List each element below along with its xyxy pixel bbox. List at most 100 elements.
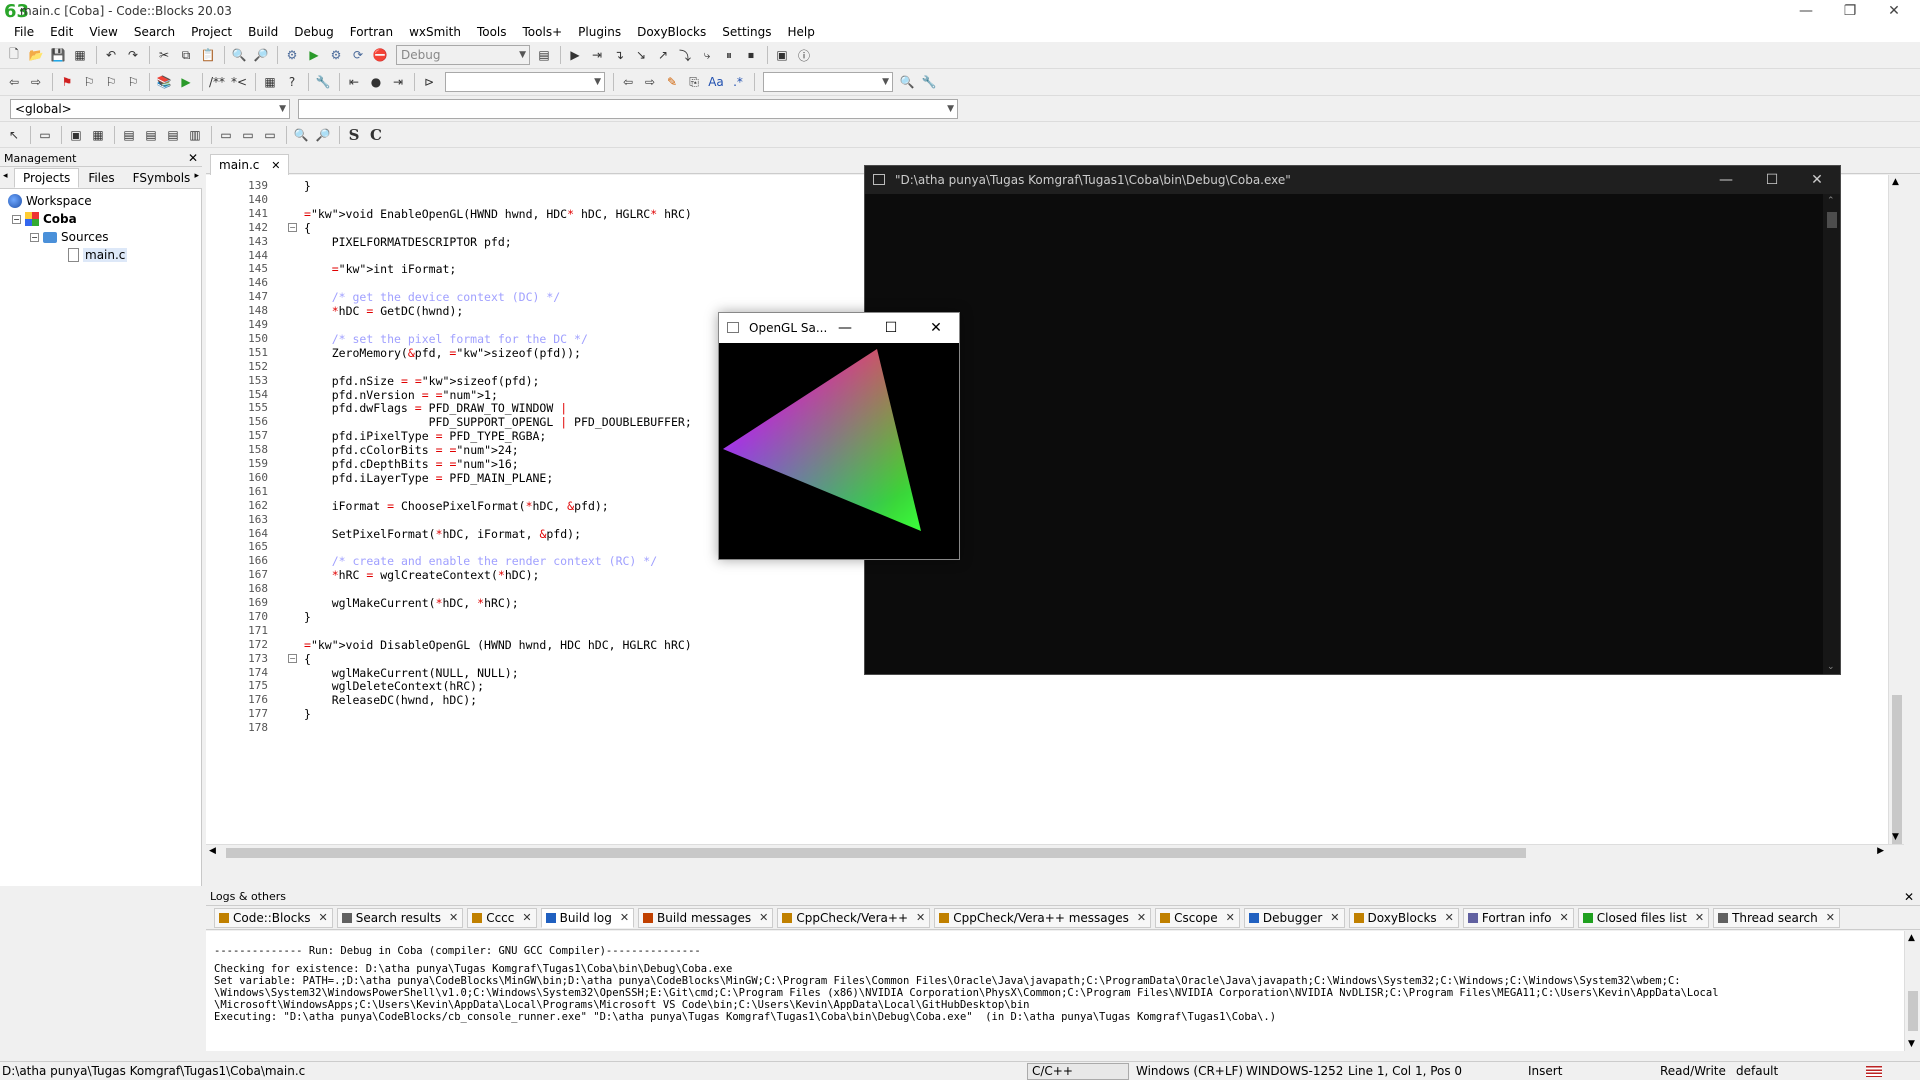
log-tab-fortran-info[interactable]: Fortran info ✕ — [1462, 907, 1574, 928]
opengl-canvas[interactable] — [719, 343, 959, 559]
thread-search-options-icon[interactable]: 🔧 — [919, 72, 939, 92]
tree-workspace[interactable]: Workspace — [8, 192, 92, 210]
menu-help[interactable]: Help — [779, 22, 822, 42]
border-left-icon[interactable]: ▭ — [216, 125, 236, 145]
save-all-icon[interactable]: ▦ — [70, 45, 90, 65]
abort-icon[interactable]: ⛔ — [370, 45, 390, 65]
doxy-extract-icon[interactable]: 📚 — [154, 72, 174, 92]
menu-search[interactable]: Search — [126, 22, 183, 42]
scroll-left-icon[interactable]: ◀ — [209, 846, 216, 856]
console-title-bar[interactable]: "D:\atha punya\Tugas Komgraf\Tugas1\Coba… — [865, 166, 1840, 194]
build-gear-icon[interactable]: ⚙ — [282, 45, 302, 65]
opengl-maximize-button[interactable]: ☐ — [868, 313, 914, 343]
tab-projects[interactable]: Projects — [14, 168, 80, 188]
run-to-cursor-icon[interactable]: ⇥ — [587, 45, 607, 65]
frame-icon[interactable]: ▦ — [88, 125, 108, 145]
menu-build[interactable]: Build — [240, 22, 286, 42]
regex-icon[interactable]: .* — [728, 72, 748, 92]
sizer-flex-icon[interactable]: ▥ — [185, 125, 205, 145]
opengl-window[interactable]: OpenGL Sa... — ☐ ✕ — [718, 312, 960, 560]
cut-icon[interactable]: ✂ — [154, 45, 174, 65]
debug-info-icon[interactable]: ⓘ — [794, 45, 814, 65]
log-tab-cppcheck-vera-[interactable]: CppCheck/Vera++ ✕ — [777, 907, 931, 928]
tab-close-icon[interactable]: ✕ — [1226, 911, 1235, 924]
incremental-search-icon[interactable]: ⊳ — [419, 72, 439, 92]
menu-plugins[interactable]: Plugins — [570, 22, 629, 42]
new-file-icon[interactable]: 🗋 — [4, 45, 24, 65]
menu-view[interactable]: View — [81, 22, 125, 42]
tab-close-icon[interactable]: ✕ — [1695, 911, 1704, 924]
highlight-icon[interactable]: ✎ — [662, 72, 682, 92]
rebuild-icon[interactable]: ⟳ — [348, 45, 368, 65]
opengl-minimize-button[interactable]: — — [822, 313, 868, 343]
menu-doxyblocks[interactable]: DoxyBlocks — [629, 22, 714, 42]
jump-last-icon[interactable]: ● — [366, 72, 386, 92]
tab-close-icon[interactable]: ✕ — [620, 911, 629, 924]
function-select[interactable]: ▼ — [298, 98, 958, 119]
log-tab-build-log[interactable]: Build log ✕ — [540, 907, 635, 928]
console-maximize-button[interactable]: ☐ — [1749, 166, 1795, 194]
scroll-up-icon[interactable]: ▲ — [1908, 933, 1915, 943]
opengl-close-button[interactable]: ✕ — [913, 313, 959, 343]
scroll-down-icon[interactable]: ⌄ — [1827, 662, 1835, 672]
editor-horizontal-scrollbar[interactable]: ◀ ▶ — [206, 844, 1904, 860]
log-tab-build-messages[interactable]: Build messages ✕ — [638, 907, 774, 928]
log-tab-cscope[interactable]: Cscope ✕ — [1155, 907, 1240, 928]
redo-icon[interactable]: ↷ — [123, 45, 143, 65]
undo-icon[interactable]: ↶ — [101, 45, 121, 65]
forward-icon[interactable]: ⇨ — [26, 72, 46, 92]
menu-tools-[interactable]: Tools+ — [515, 22, 571, 42]
scrollbar-thumb[interactable] — [1892, 695, 1902, 845]
tab-close-icon[interactable]: ✕ — [1560, 911, 1569, 924]
pause-icon[interactable]: ⏸ — [719, 45, 739, 65]
console-minimize-button[interactable]: — — [1703, 166, 1749, 194]
step-instruction-icon[interactable]: ⤷ — [697, 45, 717, 65]
log-tab-debugger[interactable]: Debugger ✕ — [1243, 907, 1345, 928]
doxy-chm-icon[interactable]: ? — [282, 72, 302, 92]
stop-debug-icon[interactable]: ⏹ — [741, 45, 761, 65]
log-tab-cccc[interactable]: Cccc ✕ — [467, 907, 537, 928]
debug-start-icon[interactable]: ▶ — [565, 45, 585, 65]
sizer-grid-icon[interactable]: ▤ — [163, 125, 183, 145]
scroll-up-icon[interactable]: ▲ — [1892, 177, 1899, 187]
copy-icon[interactable]: ⧉ — [176, 45, 196, 65]
build-target-select[interactable]: Debug ▼ — [396, 45, 530, 65]
doxy-html-icon[interactable]: ▦ — [260, 72, 280, 92]
log-tab-code-blocks[interactable]: Code::Blocks ✕ — [214, 907, 333, 928]
back-icon[interactable]: ⇦ — [4, 72, 24, 92]
console-window[interactable]: "D:\atha punya\Tugas Komgraf\Tugas1\Coba… — [864, 165, 1841, 675]
zoom-in-icon[interactable]: 🔍 — [291, 125, 311, 145]
log-tab-cppcheck-vera-messages[interactable]: CppCheck/Vera++ messages ✕ — [934, 907, 1152, 928]
log-tab-closed-files-list[interactable]: Closed files list ✕ — [1577, 907, 1710, 928]
restore-button[interactable]: ❐ — [1832, 0, 1868, 22]
tab-close-icon[interactable]: ✕ — [522, 911, 531, 924]
console-scrollbar[interactable]: ⌃ ⌄ — [1823, 194, 1840, 674]
bookmark-next-icon[interactable]: ⚐ — [101, 72, 121, 92]
bold-c-icon[interactable]: C — [366, 125, 386, 145]
tab-files[interactable]: Files — [79, 168, 123, 188]
bold-s-icon[interactable]: S — [344, 125, 364, 145]
sizer-v-icon[interactable]: ▤ — [141, 125, 161, 145]
bookmark-prev-icon[interactable]: ⚐ — [79, 72, 99, 92]
tab-close-icon[interactable]: ✕ — [449, 911, 458, 924]
menu-wxsmith[interactable]: wxSmith — [401, 22, 469, 42]
menu-debug[interactable]: Debug — [286, 22, 341, 42]
fold-marker-icon[interactable]: − — [288, 653, 297, 663]
thread-search-icon[interactable]: 🔍 — [897, 72, 917, 92]
doxy-run-icon[interactable]: ▶ — [176, 72, 196, 92]
scroll-right-icon[interactable]: ▶ — [1877, 846, 1884, 856]
build-log-output[interactable]: -------------- Run: Debug in Coba (compi… — [206, 931, 1920, 1051]
menu-tools[interactable]: Tools — [469, 22, 515, 42]
tab-scroll-left-icon[interactable]: ◂ — [3, 171, 8, 181]
thread-search-input[interactable]: ▼ — [763, 72, 893, 92]
scroll-down-icon[interactable]: ▼ — [1908, 1039, 1915, 1049]
close-icon[interactable]: ✕ — [188, 150, 198, 167]
zoom-out-icon[interactable]: 🔎 — [313, 125, 333, 145]
debug-windows-icon[interactable]: ▣ — [772, 45, 792, 65]
scrollbar-thumb[interactable] — [1827, 212, 1837, 228]
match-case-icon[interactable]: Aa — [706, 72, 726, 92]
menu-settings[interactable]: Settings — [714, 22, 779, 42]
dialog-icon[interactable]: ▣ — [66, 125, 86, 145]
scrollbar-thumb[interactable] — [1908, 991, 1918, 1031]
search-next-icon[interactable]: ⇨ — [640, 72, 660, 92]
